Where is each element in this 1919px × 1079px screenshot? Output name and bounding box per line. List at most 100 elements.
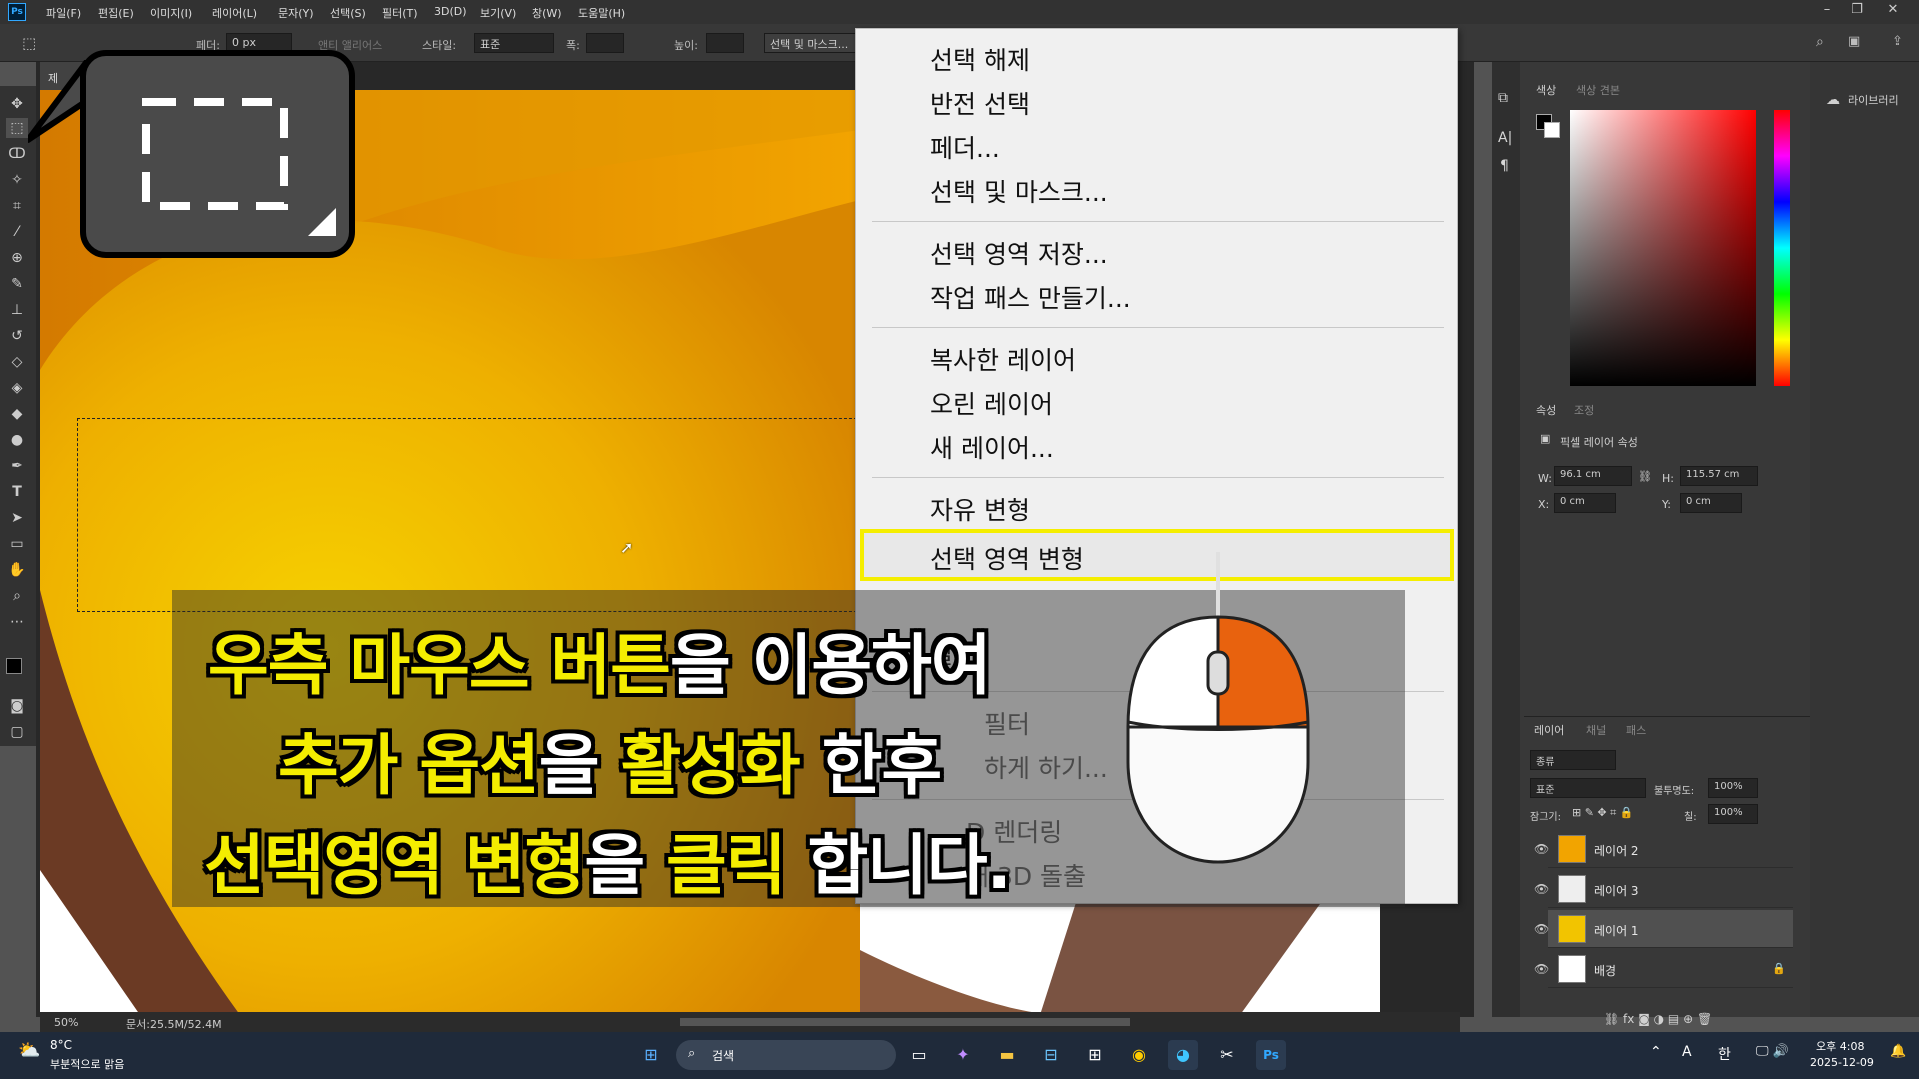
eyedropper-icon[interactable]: ⁄ <box>6 222 28 242</box>
menu-edit[interactable]: 편집(E) <box>98 5 134 21</box>
file-explorer-icon[interactable]: ▬ <box>992 1040 1022 1070</box>
menu-item-select-mask[interactable]: 선택 및 마스크... <box>930 173 1108 209</box>
libraries-label[interactable]: 라이브러리 <box>1848 92 1899 108</box>
close-icon[interactable]: ✕ <box>1878 2 1908 22</box>
marquee-tool-icon[interactable]: ⬚ <box>22 34 36 52</box>
tab-paths[interactable]: 패스 <box>1626 722 1646 738</box>
menu-3d[interactable]: 3D(D) <box>434 5 467 18</box>
visibility-eye-icon[interactable]: 👁 <box>1534 882 1549 896</box>
menu-item-free-transform[interactable]: 자유 변형 <box>930 491 1030 527</box>
weather-temp[interactable]: 8°C <box>50 1038 72 1052</box>
layer-kind-filter[interactable]: 종류 <box>1530 750 1616 770</box>
zoom-tool-icon[interactable]: ⌕ <box>6 586 28 606</box>
edge-icon[interactable]: ◕ <box>1168 1040 1198 1070</box>
foreground-color-swatch[interactable] <box>6 658 22 674</box>
quick-mask-icon[interactable]: ◙ <box>6 696 28 716</box>
menu-item-save-selection[interactable]: 선택 영역 저장... <box>930 235 1108 271</box>
magic-wand-icon[interactable]: ✧ <box>6 170 28 190</box>
style-select[interactable]: 표준 <box>474 33 554 53</box>
weather-desc[interactable]: 부분적으로 맑음 <box>50 1056 124 1072</box>
notification-icon[interactable]: 🔔 <box>1890 1044 1906 1059</box>
more-tools-icon[interactable]: ⋯ <box>6 612 28 632</box>
calculator-icon[interactable]: ⊞ <box>1080 1040 1110 1070</box>
screen-mode-icon[interactable]: ▢ <box>6 722 28 742</box>
menu-item-transform-selection[interactable]: 선택 영역 변형 <box>930 540 1084 576</box>
blur-tool-icon[interactable]: ◆ <box>6 404 28 424</box>
move-tool-icon[interactable]: ✥ <box>6 94 28 114</box>
layer-row[interactable]: 배경 🔒 <box>1548 950 1793 988</box>
taskbar-search[interactable]: ⌕ 검색 <box>676 1040 896 1070</box>
photoshop-taskbar-icon[interactable]: Ps <box>1256 1040 1286 1070</box>
store-icon[interactable]: ⊟ <box>1036 1040 1066 1070</box>
eraser-icon[interactable]: ◇ <box>6 352 28 372</box>
ime-korean[interactable]: 한 <box>1718 1044 1731 1064</box>
menu-item-inverse[interactable]: 반전 선택 <box>930 85 1030 121</box>
color-field[interactable] <box>1570 110 1756 386</box>
menu-filter[interactable]: 필터(T) <box>382 5 418 21</box>
restore-icon[interactable]: ❐ <box>1842 2 1872 22</box>
share-icon[interactable]: ⇪ <box>1892 34 1903 49</box>
menu-item-deselect[interactable]: 선택 해제 <box>930 41 1030 77</box>
lasso-tool-icon[interactable]: ↀ <box>6 144 28 164</box>
clock-date[interactable]: 2025-12-09 <box>1810 1056 1874 1069</box>
menu-item-new-layer[interactable]: 새 레이어... <box>930 429 1054 465</box>
menu-item-feather[interactable]: 페더... <box>930 129 1000 165</box>
menu-image[interactable]: 이미지(I) <box>150 5 192 21</box>
layer-row[interactable]: 레이어 3 <box>1548 870 1793 908</box>
path-select-icon[interactable]: ➤ <box>6 508 28 528</box>
healing-brush-icon[interactable]: ⊕ <box>6 248 28 268</box>
opacity-field[interactable]: 100% <box>1708 778 1758 798</box>
width-field[interactable]: 96.1 cm <box>1554 466 1632 486</box>
weather-icon[interactable]: ⛅ <box>18 1040 40 1061</box>
menu-type[interactable]: 문자(Y) <box>278 5 314 21</box>
menu-help[interactable]: 도움말(H) <box>578 5 625 21</box>
width-input[interactable] <box>586 33 624 53</box>
background-swatch[interactable] <box>1544 122 1560 138</box>
type-tool-icon[interactable]: T <box>6 482 28 502</box>
paragraph-panel-icon[interactable]: ¶ <box>1500 158 1509 174</box>
history-panel-icon[interactable]: ⧉ <box>1498 90 1508 106</box>
clock-time[interactable]: 오후 4:08 <box>1816 1038 1864 1054</box>
blend-mode-select[interactable]: 표준 <box>1530 778 1646 798</box>
select-mask-button[interactable]: 선택 및 마스크... <box>764 33 859 53</box>
hue-slider[interactable] <box>1774 110 1790 386</box>
snipping-tool-icon[interactable]: ✂ <box>1212 1040 1242 1070</box>
search-icon[interactable]: ⌕ <box>1816 34 1824 50</box>
copilot-icon[interactable]: ✦ <box>948 1040 978 1070</box>
paint-bucket-icon[interactable]: ◈ <box>6 378 28 398</box>
fill-field[interactable]: 100% <box>1708 804 1758 824</box>
link-icon[interactable]: ⛓ <box>1638 470 1652 483</box>
pen-tool-icon[interactable]: ✒ <box>6 456 28 476</box>
menu-item-make-work-path[interactable]: 작업 패스 만들기... <box>930 279 1131 315</box>
menu-select[interactable]: 선택(S) <box>330 5 366 21</box>
marquee-selection[interactable] <box>77 418 867 612</box>
tab-swatches[interactable]: 색상 견본 <box>1576 82 1620 98</box>
zoom-level[interactable]: 50% <box>54 1016 78 1029</box>
menu-item-layer-via-copy[interactable]: 복사한 레이어 <box>930 341 1076 377</box>
windows-start-icon[interactable]: ⊞ <box>636 1040 666 1070</box>
rectangle-tool-icon[interactable]: ▭ <box>6 534 28 554</box>
crop-tool-icon[interactable]: ⌗ <box>6 196 28 216</box>
visibility-eye-icon[interactable]: 👁 <box>1534 842 1549 856</box>
ime-label[interactable]: A <box>1682 1044 1692 1060</box>
network-volume-icon[interactable]: 🖵 🔊 <box>1756 1044 1789 1059</box>
minimize-icon[interactable]: – <box>1812 2 1842 22</box>
tray-chevron-icon[interactable]: ⌃ <box>1650 1044 1662 1060</box>
character-panel-icon[interactable]: A| <box>1498 130 1512 146</box>
menu-item-layer-via-cut[interactable]: 오린 레이어 <box>930 385 1053 421</box>
layer-row[interactable]: 레이어 2 <box>1548 830 1793 868</box>
menu-window[interactable]: 창(W) <box>532 5 562 21</box>
menu-file[interactable]: 파일(F) <box>46 5 81 21</box>
workspace-icon[interactable]: ▣ <box>1848 34 1860 49</box>
task-view-icon[interactable]: ▭ <box>904 1040 934 1070</box>
horizontal-scrollbar[interactable] <box>680 1018 1130 1026</box>
brush-tool-icon[interactable]: ✎ <box>6 274 28 294</box>
height-input[interactable] <box>706 33 744 53</box>
tab-layers[interactable]: 레이어 <box>1534 722 1564 738</box>
dodge-tool-icon[interactable]: ● <box>6 430 28 450</box>
marquee-tool-icon[interactable]: ⬚ <box>6 118 28 138</box>
tab-color[interactable]: 색상 <box>1536 82 1556 98</box>
lock-icons[interactable]: ⊞ ✎ ✥ ⌗ 🔒 <box>1572 806 1634 820</box>
tab-channels[interactable]: 채널 <box>1586 722 1606 738</box>
chrome-icon[interactable]: ◉ <box>1124 1040 1154 1070</box>
